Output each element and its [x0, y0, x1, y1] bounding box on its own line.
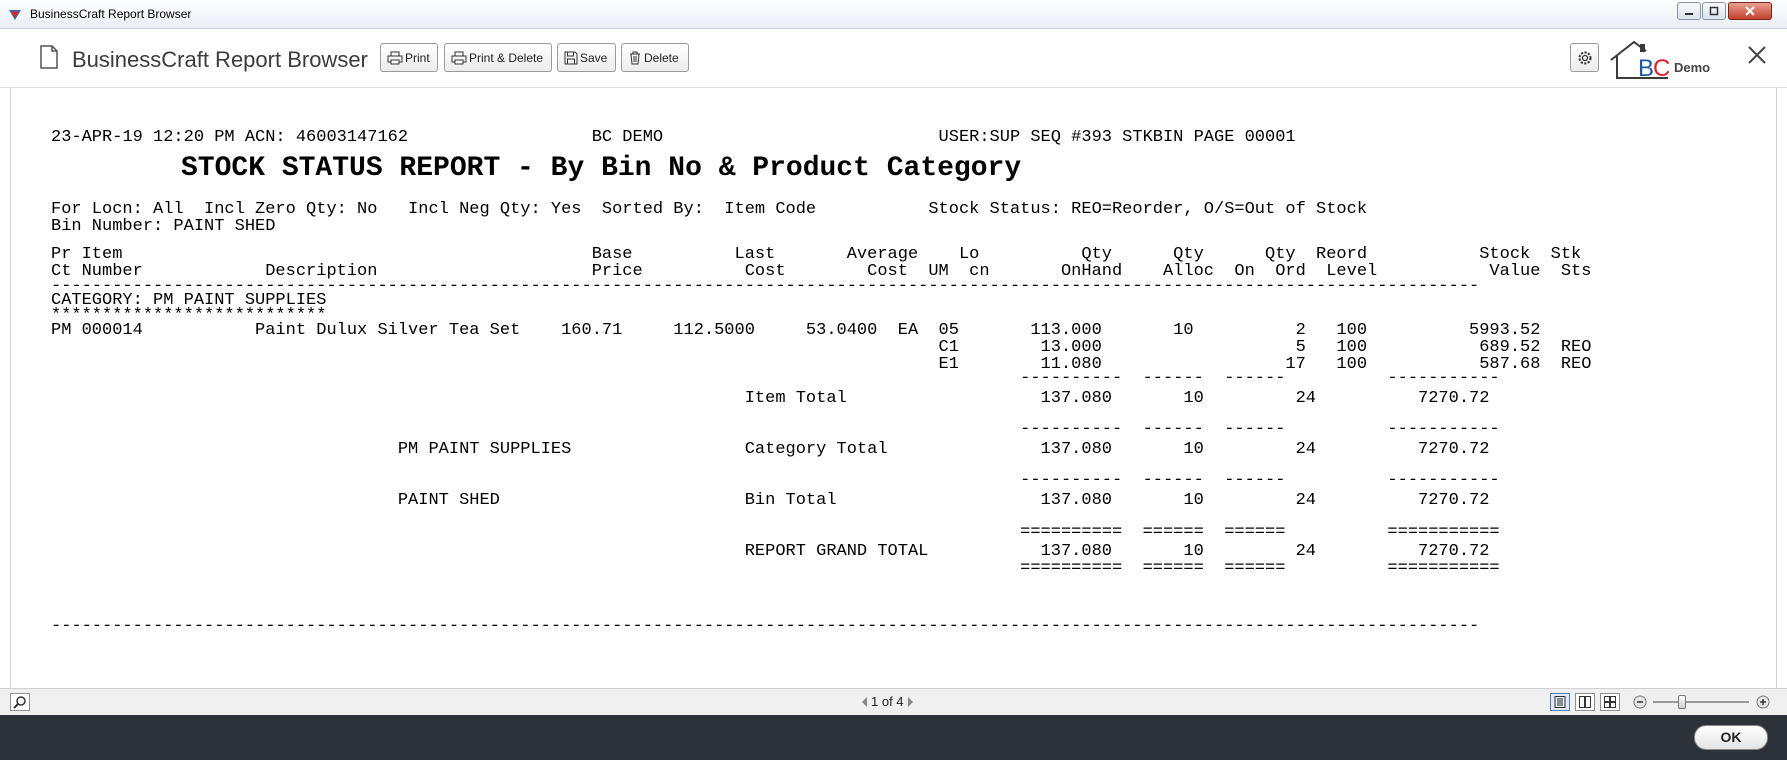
report-header-line: 23-APR-19 12:20 PM ACN: 46003147162 BC D… [51, 128, 1296, 147]
grand-total-divider: ========== ====== ====== =========== [51, 559, 1500, 578]
print-label: Print [405, 50, 430, 65]
floppy-disk-icon [564, 51, 578, 64]
total-divider: ---------- ------ ------ ----------- [51, 420, 1500, 439]
delete-label: Delete [644, 50, 679, 65]
gear-icon [1578, 51, 1592, 65]
multi-page-icon [1604, 696, 1616, 708]
save-label: Save [580, 50, 608, 65]
minimize-button[interactable] [1677, 2, 1701, 20]
svg-text:C: C [1653, 55, 1670, 82]
save-button[interactable]: Save [557, 43, 616, 72]
report-footer-divider: ----------------------------------------… [51, 617, 1480, 636]
page-indicator: 1 of 4 [871, 694, 904, 709]
zoom-in-icon[interactable] [1756, 695, 1770, 709]
two-page-view-button[interactable] [1575, 693, 1595, 711]
report-viewer[interactable]: 23-APR-19 12:20 PM ACN: 46003147162 BC D… [10, 88, 1777, 688]
grand-total-divider: ========== ====== ====== =========== [51, 523, 1500, 542]
delete-button[interactable]: Delete [621, 43, 689, 72]
print-delete-label: Print & Delete [469, 50, 544, 65]
dialog-footer: OK [0, 715, 1787, 760]
grand-total-row: REPORT GRAND TOTAL 137.080 10 24 7270.72 [51, 542, 1490, 561]
bin-total-row: PAINT SHED Bin Total 137.080 10 24 7270.… [51, 491, 1490, 510]
document-icon [40, 45, 58, 69]
company-name: Demo [1674, 60, 1711, 75]
zoom-out-icon[interactable] [1633, 695, 1647, 709]
window-titlebar: BusinessCraft Report Browser [0, 0, 1787, 29]
find-button[interactable] [10, 693, 30, 711]
two-page-icon [1579, 696, 1591, 708]
page-navigator: 1 of 4 [858, 694, 917, 709]
close-icon [1745, 6, 1755, 16]
svg-text:B: B [1638, 55, 1654, 82]
trash-icon [630, 51, 640, 64]
report-bin-number: Bin Number: PAINT SHED [51, 217, 276, 236]
report-parameters: For Locn: All Incl Zero Qty: No Incl Neg… [51, 200, 1368, 219]
previous-page-icon[interactable] [861, 696, 868, 708]
ok-button[interactable]: OK [1694, 725, 1768, 750]
restore-button[interactable] [1702, 2, 1726, 20]
toolbar: BusinessCraft Report Browser Print Print… [0, 29, 1787, 88]
settings-button[interactable] [1570, 43, 1599, 72]
close-report-icon[interactable] [1747, 45, 1767, 65]
column-header-row-1: Pr Item Base Last Average Lo Qty Qty Qty… [51, 245, 1582, 264]
single-page-icon [1554, 696, 1566, 708]
category-total-row: PM PAINT SUPPLIES Category Total 137.080… [51, 440, 1490, 459]
window-title: BusinessCraft Report Browser [30, 7, 192, 21]
minimize-icon [1685, 13, 1693, 15]
search-icon [13, 696, 26, 709]
single-page-view-button[interactable] [1550, 693, 1570, 711]
total-divider: ---------- ------ ------ ----------- [51, 471, 1500, 490]
window-close-button[interactable] [1728, 2, 1772, 20]
item-total-row: Item Total 137.080 10 24 7270.72 [51, 389, 1490, 408]
app-icon [9, 10, 21, 20]
printer-icon [451, 51, 467, 64]
zoom-slider-thumb[interactable] [1677, 695, 1686, 709]
app-title: BusinessCraft Report Browser [72, 47, 368, 72]
print-button[interactable]: Print [380, 43, 438, 72]
restore-icon [1709, 6, 1719, 16]
company-logo: B C [1610, 40, 1670, 82]
total-divider: ---------- ------ ------ ----------- [51, 369, 1500, 388]
zoom-slider-track[interactable] [1653, 701, 1749, 703]
item-location-row: C1 13.000 5 100 689.52 REO [51, 338, 1592, 357]
print-delete-button[interactable]: Print & Delete [444, 43, 552, 72]
multi-page-view-button[interactable] [1600, 693, 1620, 711]
item-row: PM 000014 Paint Dulux Silver Tea Set 160… [51, 321, 1541, 340]
printer-icon [387, 51, 403, 64]
status-bar: 1 of 4 [0, 688, 1787, 715]
next-page-icon[interactable] [907, 696, 914, 708]
report-title: STOCK STATUS REPORT - By Bin No & Produc… [181, 153, 1022, 184]
